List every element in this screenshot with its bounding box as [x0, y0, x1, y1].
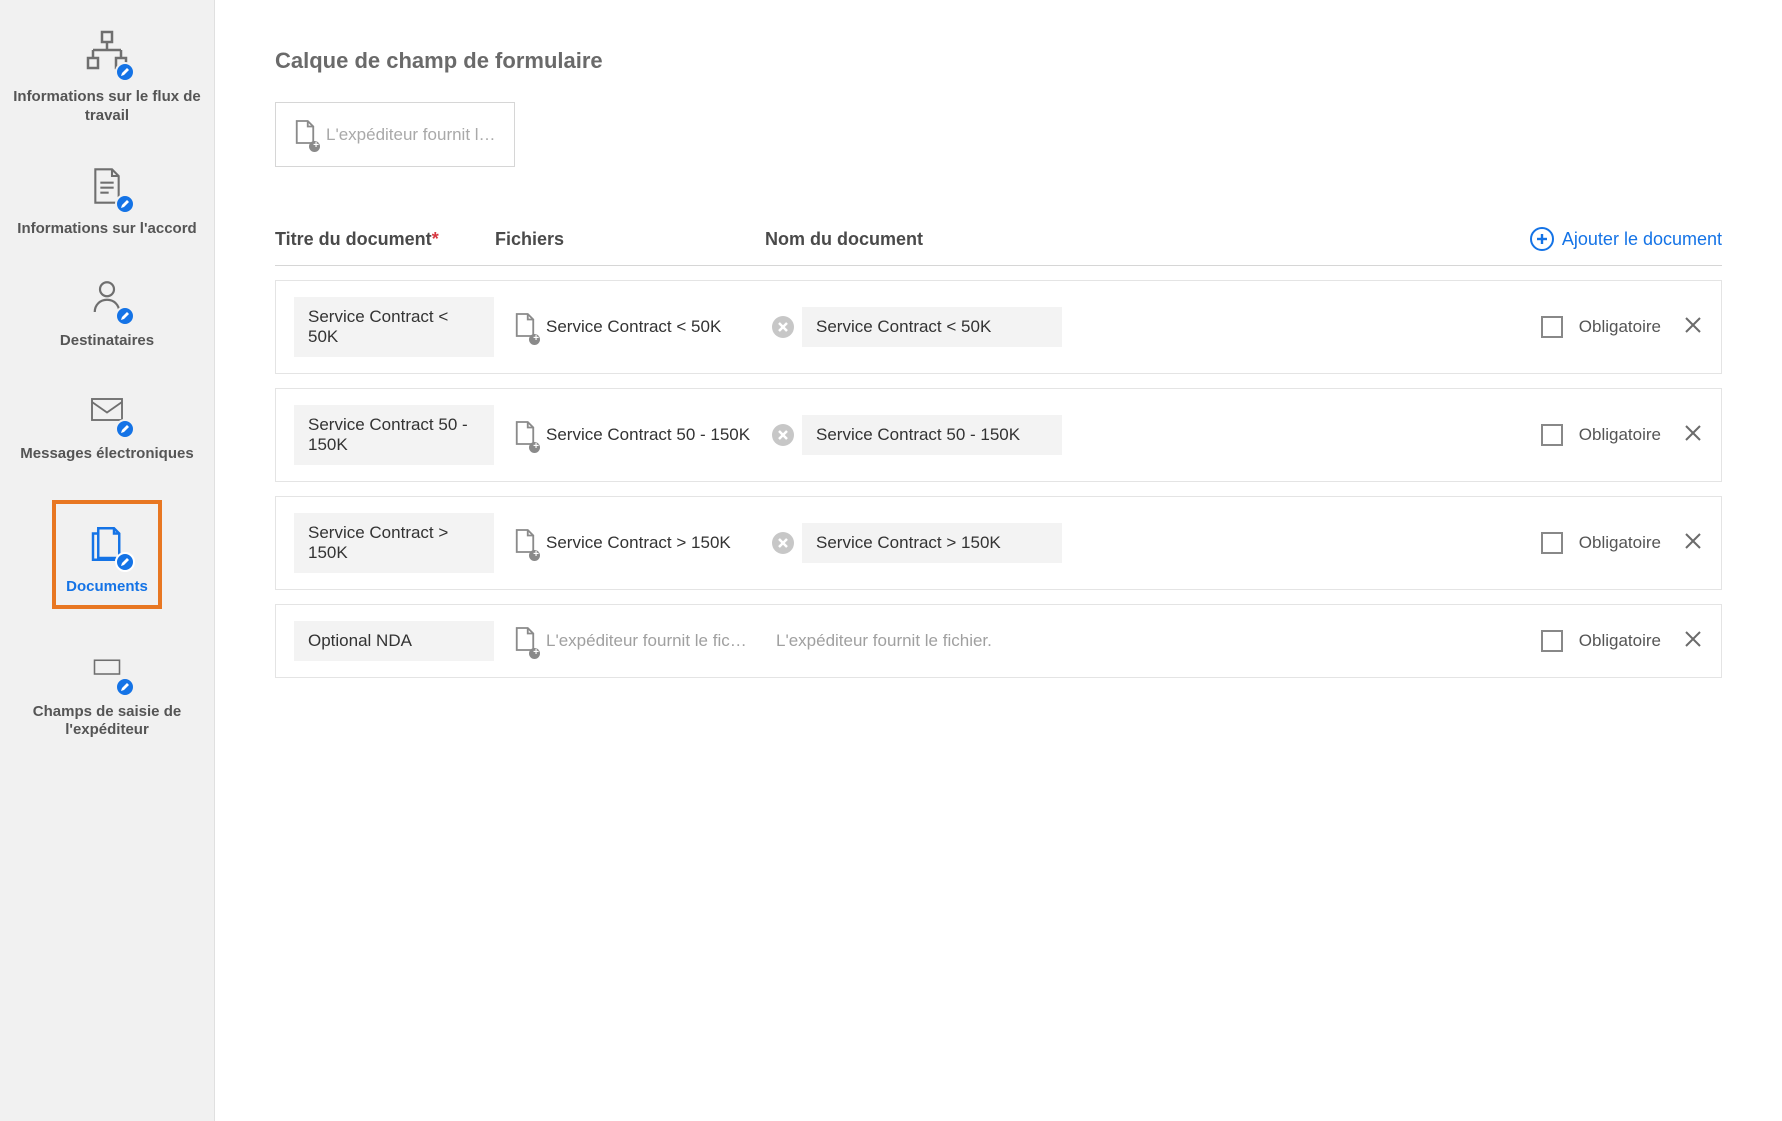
file-add-icon: + — [514, 312, 536, 343]
document-file-cell[interactable]: + Service Contract > 150K — [514, 528, 766, 559]
document-row: Optional NDA + L'expéditeur fournit le fic… — [275, 604, 1722, 678]
remove-file-button[interactable] — [772, 424, 794, 446]
document-file-name: Service Contract < 50K — [546, 317, 721, 337]
edit-badge-icon — [115, 306, 135, 326]
mandatory-label: Obligatoire — [1579, 425, 1661, 445]
document-file-cell[interactable]: + Service Contract 50 - 150K — [514, 420, 766, 451]
add-document-button[interactable]: Ajouter le document — [1530, 227, 1722, 251]
flow-icon — [83, 30, 131, 78]
sidebar-item-documents[interactable]: Documents — [0, 500, 214, 609]
file-add-icon: + — [514, 626, 536, 657]
sidebar: Informations sur le flux de travail Info… — [0, 0, 215, 1121]
mandatory-checkbox[interactable] — [1541, 316, 1563, 338]
edit-badge-icon — [115, 62, 135, 82]
sidebar-item-label: Messages électroniques — [20, 445, 193, 464]
file-add-icon: + — [514, 420, 536, 451]
add-document-label: Ajouter le document — [1562, 229, 1722, 250]
emails-icon — [83, 387, 131, 435]
sidebar-item-sender-fields[interactable]: Champs de saisie de l'expéditeur — [0, 645, 214, 741]
mandatory-label: Obligatoire — [1579, 317, 1661, 337]
document-file-cell[interactable]: + Service Contract < 50K — [514, 312, 766, 343]
document-file-cell[interactable]: + L'expéditeur fournit le fic… — [514, 626, 766, 657]
delete-row-button[interactable] — [1683, 531, 1703, 556]
sidebar-item-recipients[interactable]: Destinataires — [0, 274, 214, 351]
document-row: Service Contract < 50K + Service Contract … — [275, 280, 1722, 374]
document-name-input[interactable]: Service Contract < 50K — [802, 307, 1062, 347]
column-header-title: Titre du document* — [275, 229, 495, 250]
documents-list: Service Contract < 50K+Service Contract … — [275, 280, 1722, 678]
file-add-icon: + — [514, 528, 536, 559]
sidebar-item-label: Informations sur l'accord — [17, 220, 196, 239]
file-add-icon: + — [294, 119, 316, 150]
documents-icon — [83, 520, 131, 568]
delete-row-button[interactable] — [1683, 315, 1703, 340]
edit-badge-icon — [115, 194, 135, 214]
document-title-input[interactable]: Service Contract < 50K — [294, 297, 494, 357]
delete-row-button[interactable] — [1683, 629, 1703, 654]
document-row: Service Contract 50 - 150K + Service Contr… — [275, 388, 1722, 482]
edit-badge-icon — [115, 677, 135, 697]
document-name-input[interactable]: Service Contract 50 - 150K — [802, 415, 1062, 455]
mandatory-checkbox[interactable] — [1541, 630, 1563, 652]
column-header-files: Fichiers — [495, 229, 765, 250]
sender-fields-icon — [83, 645, 131, 693]
delete-row-button[interactable] — [1683, 423, 1703, 448]
section-title: Calque de champ de formulaire — [275, 48, 1722, 74]
remove-file-button[interactable] — [772, 532, 794, 554]
agreement-icon — [83, 162, 131, 210]
mandatory-label: Obligatoire — [1579, 533, 1661, 553]
edit-badge-icon — [115, 552, 135, 572]
document-name-input[interactable]: L'expéditeur fournit le fichier. — [774, 621, 1034, 661]
document-row: Service Contract > 150K + Service Contract… — [275, 496, 1722, 590]
form-layer-upload[interactable]: + L'expéditeur fournit l… — [275, 102, 515, 167]
sidebar-item-label: Destinataires — [60, 332, 154, 351]
plus-circle-icon — [1530, 227, 1554, 251]
document-title-input[interactable]: Service Contract 50 - 150K — [294, 405, 494, 465]
document-file-name: L'expéditeur fournit le fic… — [546, 631, 747, 651]
sidebar-item-emails[interactable]: Messages électroniques — [0, 387, 214, 464]
sidebar-item-label: Informations sur le flux de travail — [10, 88, 204, 126]
sidebar-item-agreement-info[interactable]: Informations sur l'accord — [0, 162, 214, 239]
column-header-name: Nom du document — [765, 229, 1045, 250]
remove-file-button[interactable] — [772, 316, 794, 338]
sidebar-item-workflow-info[interactable]: Informations sur le flux de travail — [0, 30, 214, 126]
document-name-input[interactable]: Service Contract > 150K — [802, 523, 1062, 563]
document-file-name: Service Contract > 150K — [546, 533, 731, 553]
form-layer-placeholder: L'expéditeur fournit l… — [326, 125, 496, 145]
recipients-icon — [83, 274, 131, 322]
documents-header: Titre du document* Fichiers Nom du docum… — [275, 227, 1722, 266]
sidebar-item-label: Champs de saisie de l'expéditeur — [10, 703, 204, 741]
document-file-name: Service Contract 50 - 150K — [546, 425, 750, 445]
mandatory-label: Obligatoire — [1579, 631, 1661, 651]
mandatory-checkbox[interactable] — [1541, 424, 1563, 446]
edit-badge-icon — [115, 419, 135, 439]
sidebar-item-label: Documents — [66, 578, 148, 597]
main-content: Calque de champ de formulaire + L'expédi… — [215, 0, 1782, 1121]
document-title-input[interactable]: Optional NDA — [294, 621, 494, 661]
mandatory-checkbox[interactable] — [1541, 532, 1563, 554]
document-title-input[interactable]: Service Contract > 150K — [294, 513, 494, 573]
